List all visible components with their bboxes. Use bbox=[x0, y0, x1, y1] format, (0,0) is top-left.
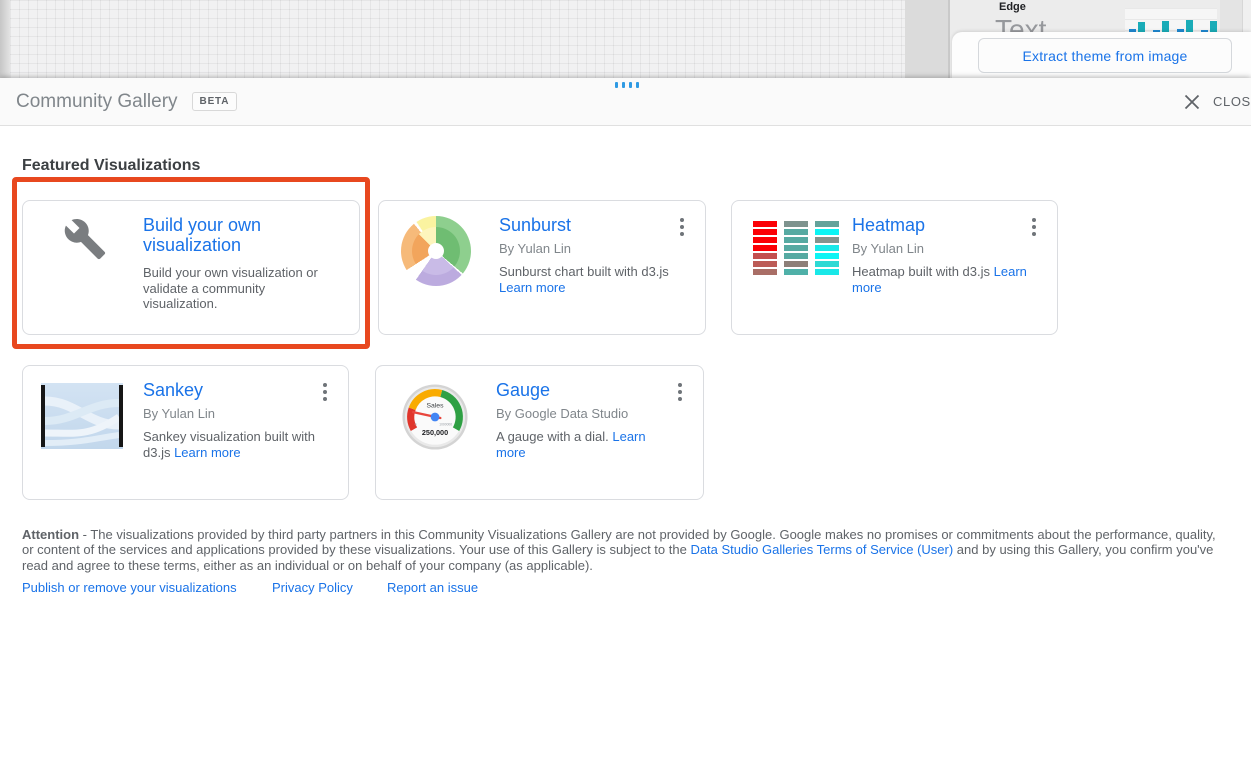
heatmap-cell bbox=[784, 237, 808, 243]
heatmap-cell bbox=[784, 221, 808, 227]
heatmap-cell bbox=[784, 229, 808, 235]
report-canvas-grid bbox=[10, 0, 905, 78]
report-issue-link[interactable]: Report an issue bbox=[387, 580, 478, 595]
card-description: Build your own visualization or validate… bbox=[143, 265, 321, 312]
card-menu-button[interactable] bbox=[320, 380, 330, 404]
heatmap-cell bbox=[753, 261, 777, 267]
card-title: Sunburst bbox=[499, 215, 679, 235]
gauge-thumbnail: Sales 0 1000000 250,000 bbox=[401, 383, 469, 456]
card-gauge[interactable]: Sales 0 1000000 250,000 Gauge By Google … bbox=[375, 365, 704, 500]
section-title: Featured Visualizations bbox=[22, 157, 200, 175]
card-description: Heatmap built with d3.js Learn more bbox=[852, 264, 1030, 295]
heatmap-cell bbox=[784, 269, 808, 275]
card-description-text: Heatmap built with d3.js bbox=[852, 264, 994, 279]
heatmap-cell bbox=[784, 261, 808, 267]
gauge-max: 1000000 bbox=[439, 423, 452, 427]
heatmap-cell bbox=[753, 237, 777, 243]
heatmap-cell bbox=[753, 245, 777, 251]
learn-more-link[interactable]: Learn more bbox=[174, 445, 240, 460]
card-author: By Yulan Lin bbox=[852, 241, 1032, 256]
privacy-policy-link[interactable]: Privacy Policy bbox=[272, 580, 353, 595]
heatmap-cell bbox=[815, 245, 839, 251]
learn-more-link[interactable]: Learn more bbox=[499, 280, 565, 295]
card-title: Heatmap bbox=[852, 215, 1032, 235]
card-description-text: Sunburst chart built with d3.js bbox=[499, 264, 669, 279]
sankey-thumbnail bbox=[37, 383, 127, 454]
card-title: Sankey bbox=[143, 380, 323, 400]
close-button[interactable]: CLOSE bbox=[1184, 78, 1251, 125]
card-build-your-own[interactable]: Build your own visualization Build your … bbox=[22, 200, 360, 335]
gauge-value: 250,000 bbox=[422, 428, 448, 437]
card-author: By Yulan Lin bbox=[143, 406, 323, 421]
publish-remove-link[interactable]: Publish or remove your visualizations bbox=[22, 580, 237, 595]
modal-title: Community Gallery bbox=[16, 91, 178, 113]
modal-title-row: Community Gallery BETA bbox=[16, 78, 237, 125]
heatmap-cell bbox=[784, 245, 808, 251]
card-menu-button[interactable] bbox=[1029, 215, 1039, 239]
card-description: Sunburst chart built with d3.js Learn mo… bbox=[499, 264, 677, 295]
heatmap-cell bbox=[815, 237, 839, 243]
extract-theme-button[interactable]: Extract theme from image bbox=[978, 38, 1232, 73]
heatmap-cell bbox=[815, 253, 839, 259]
card-menu-button[interactable] bbox=[677, 215, 687, 239]
drag-handle-dots[interactable] bbox=[615, 82, 639, 88]
heatmap-cell bbox=[815, 221, 839, 227]
sunburst-thumbnail bbox=[401, 216, 471, 286]
canvas-gutter bbox=[905, 0, 948, 78]
close-icon bbox=[1184, 94, 1200, 110]
heatmap-cell bbox=[753, 229, 777, 235]
card-title: Gauge bbox=[496, 380, 676, 400]
card-title: Build your own visualization bbox=[143, 215, 323, 255]
heatmap-cell bbox=[815, 229, 839, 235]
card-author: By Google Data Studio bbox=[496, 406, 676, 421]
heatmap-cell bbox=[753, 253, 777, 259]
heatmap-cell bbox=[753, 269, 777, 275]
card-heatmap[interactable]: Heatmap By Yulan Lin Heatmap built with … bbox=[731, 200, 1058, 335]
attention-disclaimer: Attention - The visualizations provided … bbox=[22, 527, 1229, 573]
attention-label: Attention bbox=[22, 527, 79, 542]
terms-of-service-link[interactable]: Data Studio Galleries Terms of Service (… bbox=[690, 542, 953, 557]
app-root: Edge Text Extract theme from image Commu… bbox=[0, 0, 1251, 776]
gauge-min: 0 bbox=[415, 423, 417, 427]
canvas-left-edge bbox=[0, 0, 10, 78]
beta-badge: BETA bbox=[192, 92, 238, 111]
card-sunburst[interactable]: Sunburst By Yulan Lin Sunburst chart bui… bbox=[378, 200, 706, 335]
wrench-icon bbox=[63, 217, 107, 261]
card-description: Sankey visualization built with d3.js Le… bbox=[143, 429, 321, 460]
heatmap-cell bbox=[815, 269, 839, 275]
card-description-text: A gauge with a dial. bbox=[496, 429, 612, 444]
heatmap-cell bbox=[753, 221, 777, 227]
gauge-label: Sales bbox=[426, 402, 444, 409]
heatmap-cell bbox=[815, 261, 839, 267]
card-sankey[interactable]: Sankey By Yulan Lin Sankey visualization… bbox=[22, 365, 349, 500]
card-menu-button[interactable] bbox=[675, 380, 685, 404]
edge-section-label: Edge bbox=[999, 1, 1026, 13]
heatmap-thumbnail bbox=[753, 221, 839, 275]
card-description: A gauge with a dial. Learn more bbox=[496, 429, 674, 460]
card-author: By Yulan Lin bbox=[499, 241, 679, 256]
close-label: CLOSE bbox=[1213, 94, 1251, 109]
heatmap-cell bbox=[784, 253, 808, 259]
